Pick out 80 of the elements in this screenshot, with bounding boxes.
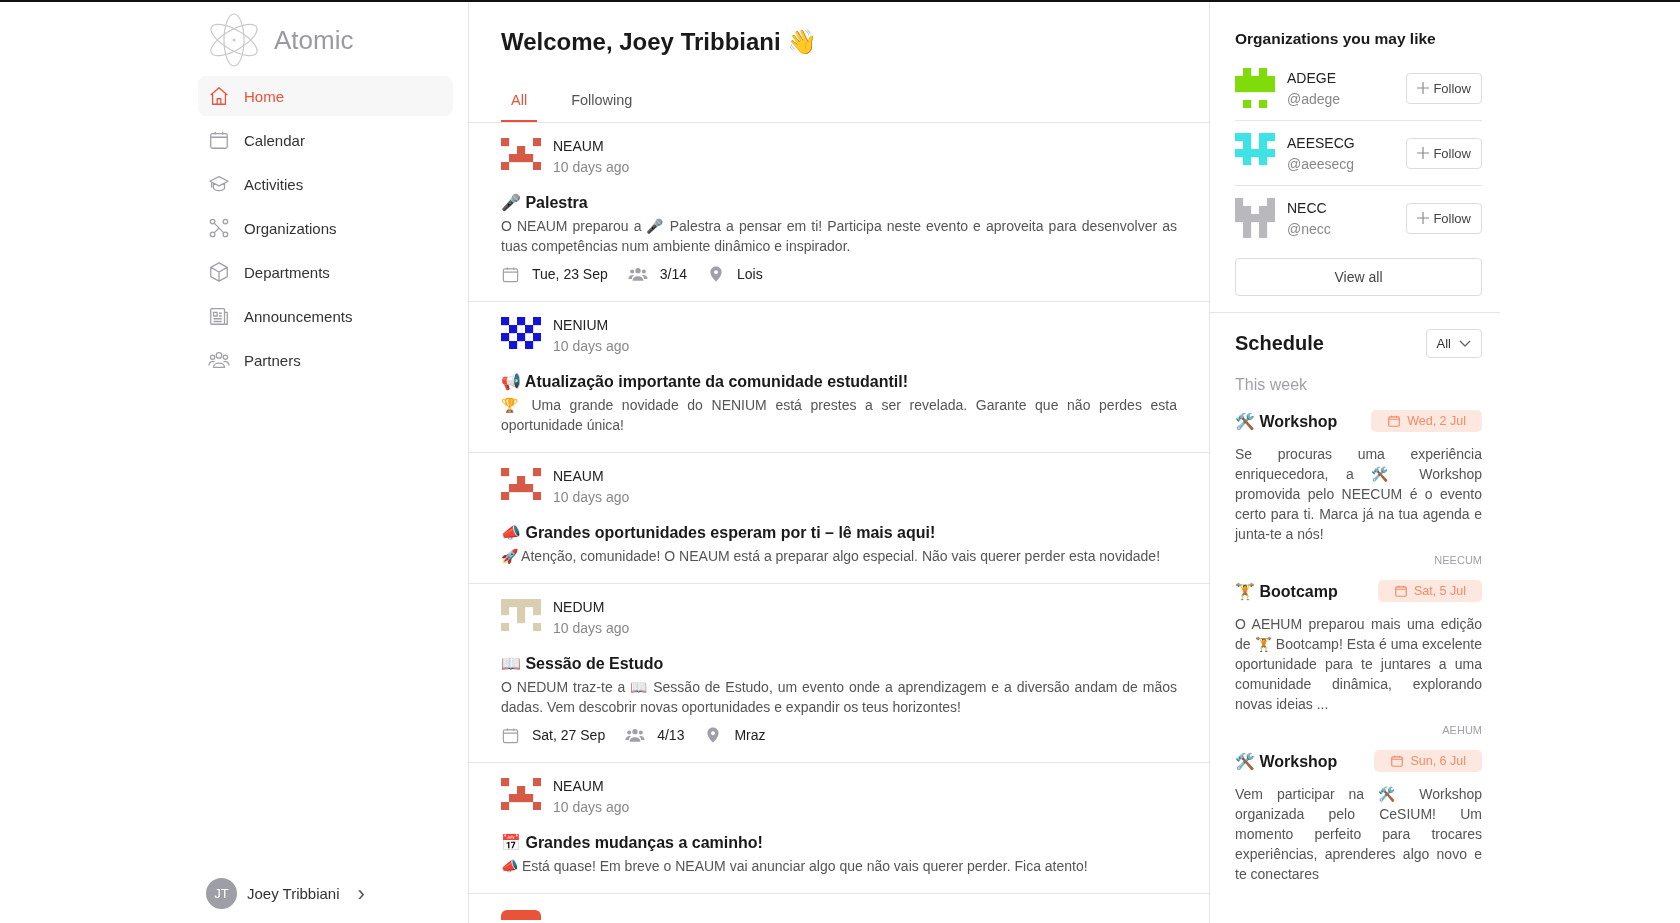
organization-name[interactable]: NECC bbox=[1287, 199, 1331, 216]
event-date: Sat, 27 Sep bbox=[532, 727, 606, 743]
attendance-count: 3/14 bbox=[659, 266, 687, 282]
nav-item[interactable]: Activities bbox=[198, 164, 453, 204]
post-title[interactable]: 📣 Grandes oportunidades esperam por ti – lê mais aqui! bbox=[501, 523, 1177, 542]
organization-handle: @necc bbox=[1287, 220, 1331, 237]
organization-name[interactable]: NEDUM bbox=[553, 599, 630, 615]
date-badge: Wed, 2 Jul bbox=[1371, 410, 1482, 432]
calendar-icon bbox=[1387, 414, 1402, 428]
feed-tab[interactable]: Following bbox=[561, 82, 643, 122]
post-body: 🚀 Atenção, comunidade! O NEAUM está a preparar algo especial. Não vais querer perder esta novidade! bbox=[501, 547, 1162, 566]
plus-icon bbox=[1417, 82, 1430, 94]
people-icon bbox=[208, 349, 230, 371]
organization-handle: @adege bbox=[1287, 90, 1341, 107]
post-body: 🏆 Uma grande novidade do NENIUM está prestes a ser revelada. Garante que não perdes esta oportunidade única! bbox=[501, 396, 1177, 435]
home-icon bbox=[208, 85, 230, 107]
calendar-icon bbox=[1393, 584, 1408, 598]
post-time: 10 days ago bbox=[553, 799, 630, 815]
attendance-count: 4/13 bbox=[657, 727, 685, 743]
post-time: 10 days ago bbox=[553, 620, 630, 636]
plus-icon bbox=[1417, 212, 1430, 224]
event-description: O AEHUM preparou mais uma edição de 🏋 Bootcamp! Esta é uma excelente oportunidade para te juntares a uma comunidade dinâmica, explorando novas ideias ... bbox=[1235, 615, 1482, 714]
calendar-icon bbox=[501, 725, 520, 745]
chevron-down-icon bbox=[1459, 339, 1471, 348]
organization-name[interactable]: NEAUM bbox=[553, 138, 630, 154]
calendar-icon bbox=[208, 129, 230, 151]
plus-icon bbox=[1417, 147, 1430, 159]
organization-name[interactable]: AEESECG bbox=[1287, 134, 1355, 151]
post-body: O NEDUM traz-te a 📖 Sessão de Estudo, um evento onde a aprendizagem e a diversão andam de mãos dadas. Vem descobrir novas oportunidades e expandir os teus horizontes! bbox=[501, 678, 1177, 717]
date-badge: Sun, 6 Jul bbox=[1374, 750, 1482, 772]
post-body: O NEAUM preparou a 🎤 Palestra a pensar em ti! Participa neste evento e aproveita para desenvolver as tuas competências num ambiente dinâmico e inspirador. bbox=[501, 217, 1177, 256]
event-title[interactable]: 🏋 Bootcamp bbox=[1235, 581, 1338, 601]
view-all-button[interactable]: View all bbox=[1235, 258, 1482, 296]
event-location: Mraz bbox=[734, 727, 766, 743]
organization-name[interactable]: NEAUM bbox=[553, 468, 630, 484]
post-time: 10 days ago bbox=[553, 159, 630, 175]
organization-name[interactable]: ADEGE bbox=[1287, 69, 1341, 86]
filter-dropdown[interactable]: All bbox=[1425, 329, 1482, 358]
nav-item[interactable]: Organizations bbox=[198, 208, 453, 248]
event-title[interactable]: 🛠 Workshop bbox=[1235, 411, 1338, 431]
schedule-heading: Schedule bbox=[1235, 332, 1324, 355]
post-title[interactable]: 📖 Sessão de Estudo bbox=[501, 654, 1177, 673]
organization-handle: @aeesecg bbox=[1287, 155, 1355, 172]
nav-item[interactable]: Announcements bbox=[198, 296, 453, 336]
nav-item[interactable]: Departments bbox=[198, 252, 453, 292]
event-organizer: AEHUM bbox=[1441, 724, 1482, 736]
nav-item[interactable]: Calendar bbox=[198, 120, 453, 160]
user-avatar: JT bbox=[206, 878, 237, 909]
organization-name[interactable]: NEAUM bbox=[553, 778, 630, 794]
nav-item[interactable]: Partners bbox=[198, 340, 453, 380]
event-description: Se procuras uma experiência enriquecedora, a 🛠 Workshop promovida pelo NEECUM é o evento certo para ti. Marca já na tua agenda e junta-te a nós! bbox=[1235, 445, 1482, 544]
date-badge: Sat, 5 Jul bbox=[1377, 580, 1482, 602]
event-date: Tue, 23 Sep bbox=[532, 266, 608, 282]
post-title[interactable]: 📅 Grandes mudanças a caminho! bbox=[501, 833, 1177, 852]
location-pin-icon bbox=[707, 265, 725, 283]
event-description: Vem participar na 🛠 Workshop organizada pelo CeSIUM! Um momento perfeito para trocares experiências, aprenderes algo novo e te conectares bbox=[1235, 785, 1482, 884]
post-title[interactable]: 📢 Atualização importante da comunidade estudantil! bbox=[501, 372, 1177, 391]
nodes-icon bbox=[208, 217, 230, 239]
event-organizer: NEECUM bbox=[1433, 554, 1482, 566]
event-location: Lois bbox=[737, 266, 763, 282]
feed-tab[interactable]: All bbox=[501, 82, 538, 122]
follow-button[interactable]: Follow bbox=[1406, 137, 1482, 169]
post-time: 10 days ago bbox=[553, 338, 630, 354]
welcome-heading: Welcome, Joey Tribbiani 👋 bbox=[501, 28, 819, 56]
calendar-icon bbox=[1390, 754, 1405, 768]
week-label: This week bbox=[1235, 376, 1309, 394]
user-menu-link[interactable]: Joey Tribbiani bbox=[247, 885, 340, 902]
follow-button[interactable]: Follow bbox=[1406, 72, 1482, 104]
section-heading: Organizations you may like bbox=[1235, 30, 1437, 48]
newspaper-icon bbox=[208, 305, 230, 327]
chevron-icon[interactable]: › bbox=[357, 882, 365, 905]
post-time: 10 days ago bbox=[553, 489, 630, 505]
cube-icon bbox=[208, 261, 230, 283]
organization-name[interactable]: NENIUM bbox=[553, 317, 630, 333]
event-title[interactable]: 🛠 Workshop bbox=[1235, 751, 1338, 771]
post-body: 📣 Está quase! Em breve o NEAUM vai anunciar algo que não vais querer perder. Fica atento! bbox=[501, 857, 1089, 876]
post-title[interactable]: 🎤 Palestra bbox=[501, 193, 1177, 212]
brand-name: Atomic bbox=[274, 24, 354, 56]
follow-button[interactable]: Follow bbox=[1406, 202, 1482, 234]
calendar-icon bbox=[501, 264, 520, 284]
